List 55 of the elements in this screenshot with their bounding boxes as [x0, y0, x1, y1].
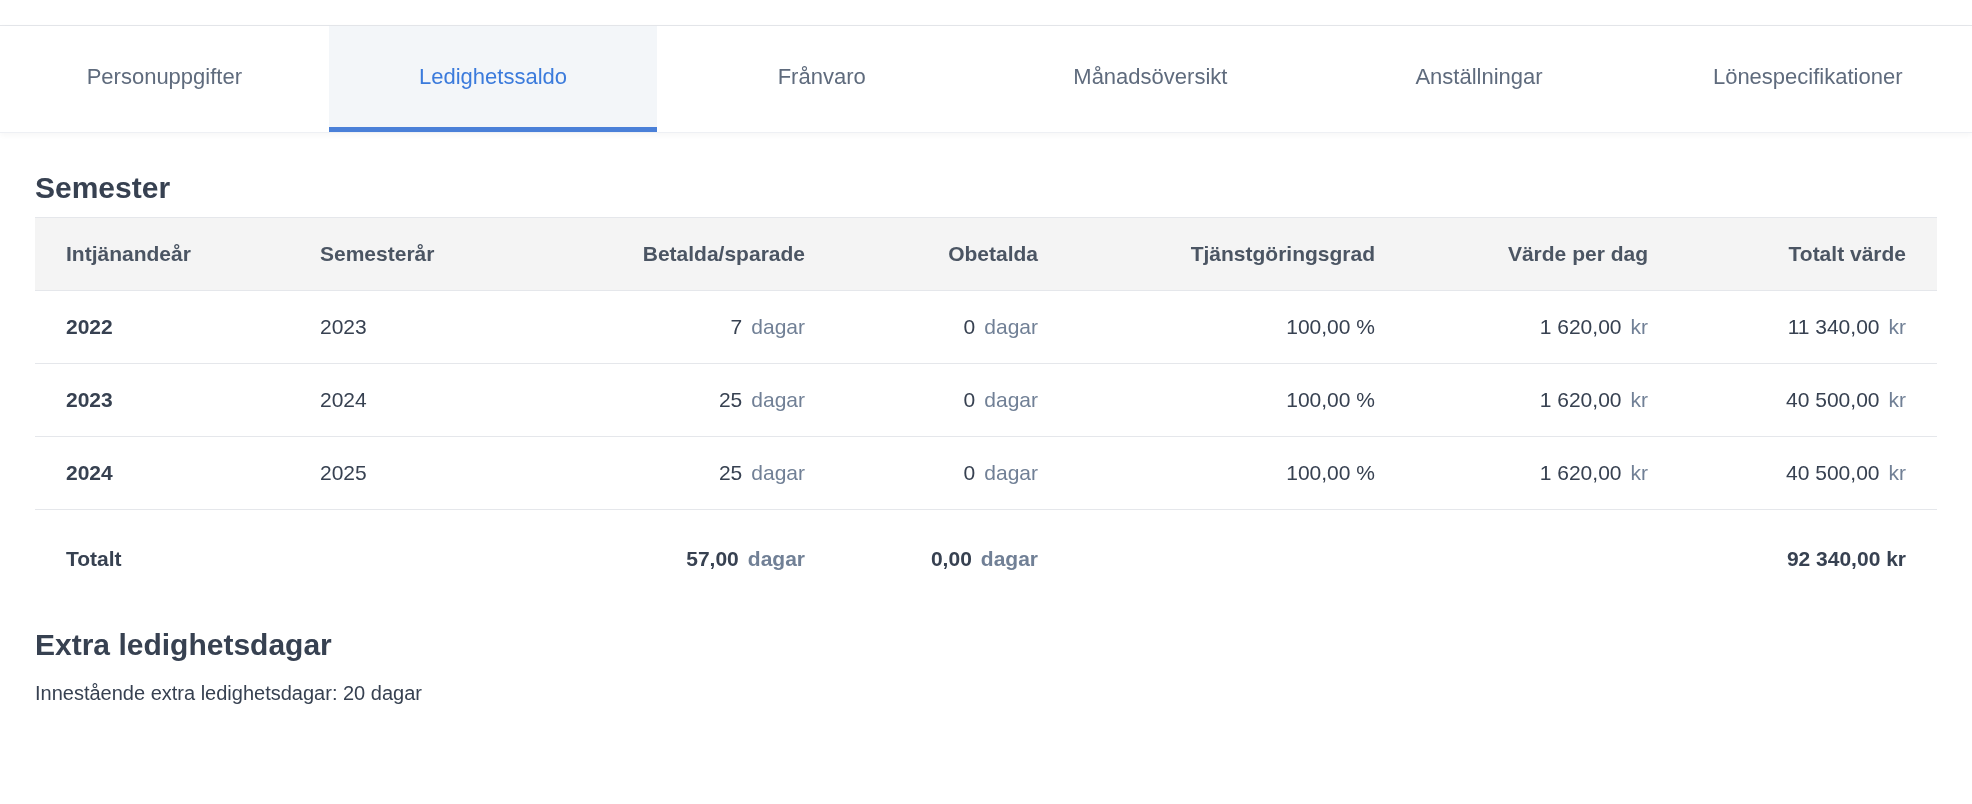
unit-label: kr [1888, 387, 1906, 414]
unit-label: dagar [984, 314, 1038, 341]
table-cell-text: 2023 [320, 314, 368, 341]
table-cell-text: 2024 [320, 387, 368, 414]
table-cell-text: 2023 [66, 387, 114, 414]
unit-label: dagar [984, 460, 1038, 487]
tab[interactable]: Ledighetssaldo [328, 26, 658, 132]
amount-value: 0 [963, 460, 976, 487]
table-cell-text: 92 340,00 kr [1785, 546, 1906, 573]
tab[interactable]: Frånvaro [657, 26, 986, 132]
table-cell-text: 2025 [320, 460, 368, 487]
amount-value: 57,00 [686, 546, 739, 573]
amount-value: 7 [730, 314, 743, 341]
column-header: Intjänandeår [66, 241, 192, 268]
table-cell-text: 100,00 % [1285, 314, 1375, 341]
section-heading: Extra ledighetsdagar [35, 630, 333, 660]
amount-value: 40 500,00 [1786, 460, 1880, 487]
unit-label: dagar [751, 314, 805, 341]
amount-value: 0 [963, 314, 976, 341]
tab[interactable]: Lönespecifikationer [1643, 26, 1972, 132]
unit-label: kr [1630, 460, 1648, 487]
amount-value: 1 620,00 [1539, 460, 1622, 487]
unit-label: dagar [751, 387, 805, 414]
unit-label: dagar [747, 546, 805, 573]
table-cell-text: Totalt [66, 546, 123, 573]
unit-label: kr [1630, 387, 1648, 414]
column-header: Betalda/sparade [641, 241, 805, 268]
column-header: Tjänstgöringsgrad [1189, 241, 1375, 268]
table-cell-text: 100,00 % [1285, 387, 1375, 414]
amount-value: 25 [718, 460, 743, 487]
tab[interactable]: Månadsöversikt [986, 26, 1315, 132]
section-heading: Semester [35, 173, 172, 203]
unit-label: dagar [980, 546, 1038, 573]
unit-label: kr [1888, 314, 1906, 341]
unit-label: kr [1888, 460, 1906, 487]
amount-value: 1 620,00 [1539, 387, 1622, 414]
table-cell-text: 2022 [66, 314, 114, 341]
amount-value: 25 [718, 387, 743, 414]
amount-value: 0 [963, 387, 976, 414]
amount-value: 40 500,00 [1786, 387, 1880, 414]
unit-label: dagar [751, 460, 805, 487]
amount-value: 11 340,00 [1787, 314, 1880, 341]
info-text: Innestående extra ledighetsdagar: 20 dagar [35, 681, 423, 706]
unit-label: kr [1630, 314, 1648, 341]
tab[interactable]: Personuppgifter [0, 26, 329, 132]
column-header: Obetalda [947, 241, 1038, 268]
unit-label: dagar [984, 387, 1038, 414]
amount-value: 1 620,00 [1539, 314, 1622, 341]
column-header: Värde per dag [1506, 241, 1648, 268]
amount-value: 0,00 [930, 546, 972, 573]
column-header: Semesterår [320, 241, 436, 268]
tab[interactable]: Anställningar [1314, 26, 1644, 132]
table-cell-text: 100,00 % [1285, 460, 1375, 487]
table-cell-text: 2024 [66, 460, 114, 487]
column-header: Totalt värde [1787, 241, 1906, 268]
